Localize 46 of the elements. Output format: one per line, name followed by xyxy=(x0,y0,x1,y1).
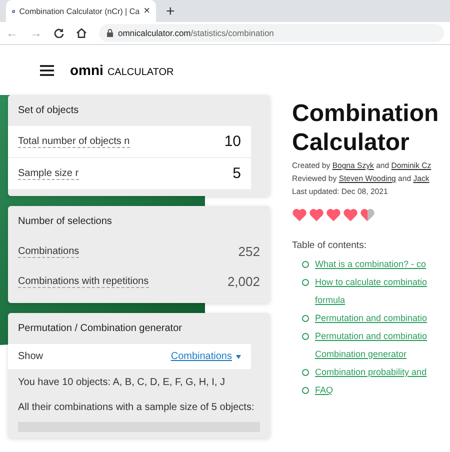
input-field[interactable]: 5 xyxy=(232,165,241,182)
heart-icon xyxy=(326,208,341,222)
caret-icon xyxy=(236,354,241,358)
address-bar[interactable]: omnicalculator.com/statistics/combination xyxy=(99,24,444,42)
menu-icon[interactable] xyxy=(40,64,54,76)
field-label: Show xyxy=(18,351,44,362)
description-text: All their combinations with a sample size of 5 objects: xyxy=(17,401,256,415)
dropdown[interactable]: Combinations xyxy=(170,351,241,362)
heart-icon xyxy=(292,208,307,222)
description-text: You have 10 objects: A, B, C, D, E, F, G, H, I, J xyxy=(17,376,226,390)
bullet-icon xyxy=(302,387,309,394)
result-value: 2,002 xyxy=(227,274,260,289)
heart-icon xyxy=(309,208,324,222)
lock-icon xyxy=(107,29,113,37)
bullet-icon xyxy=(302,333,309,340)
heart-icon xyxy=(360,208,375,222)
field-label: Combinations with repetitions xyxy=(18,276,149,288)
toc-link[interactable]: Combination generator xyxy=(315,345,428,363)
toc-link[interactable]: Combination probability and xyxy=(315,363,427,381)
bullet-icon xyxy=(302,279,309,286)
result-value: 252 xyxy=(238,244,260,259)
toc-title: Table of contents: xyxy=(292,240,368,251)
card-title: Set of objects xyxy=(17,104,80,118)
card-title: Permutation / Combination generator xyxy=(17,322,183,336)
toc-link[interactable]: Permutation and combinatio xyxy=(315,309,428,327)
browser-tab[interactable]: Combination Calculator (nCr) | Ca × xyxy=(6,0,156,22)
field-label: Sample size r xyxy=(18,168,79,180)
bullet-icon xyxy=(302,315,309,322)
bullet-icon xyxy=(302,261,309,268)
url-text: omnicalculator.com/statistics/combination xyxy=(118,28,274,38)
toc-link[interactable]: What is a combination? - co xyxy=(315,255,426,273)
card-title: Number of selections xyxy=(17,215,113,229)
reload-icon[interactable] xyxy=(54,28,64,38)
home-icon[interactable] xyxy=(76,28,87,38)
close-icon[interactable]: × xyxy=(144,5,150,17)
field-label: Total number of objects n xyxy=(18,136,130,148)
omni-logo[interactable]: omni CALCULATOR xyxy=(70,62,174,78)
toc-link[interactable]: How to calculate combinatio xyxy=(315,273,428,291)
bullet-icon xyxy=(302,369,309,376)
input-field[interactable]: 10 xyxy=(224,133,241,150)
tab-title: Combination Calculator (nCr) | Ca xyxy=(19,6,140,16)
page-title: Combination Calculator xyxy=(292,99,440,157)
new-tab-button[interactable]: + xyxy=(166,2,175,20)
toc-link[interactable]: Permutation and combinatio xyxy=(315,327,428,345)
heart-icon xyxy=(343,208,358,222)
field-label: Combinations xyxy=(18,246,80,258)
